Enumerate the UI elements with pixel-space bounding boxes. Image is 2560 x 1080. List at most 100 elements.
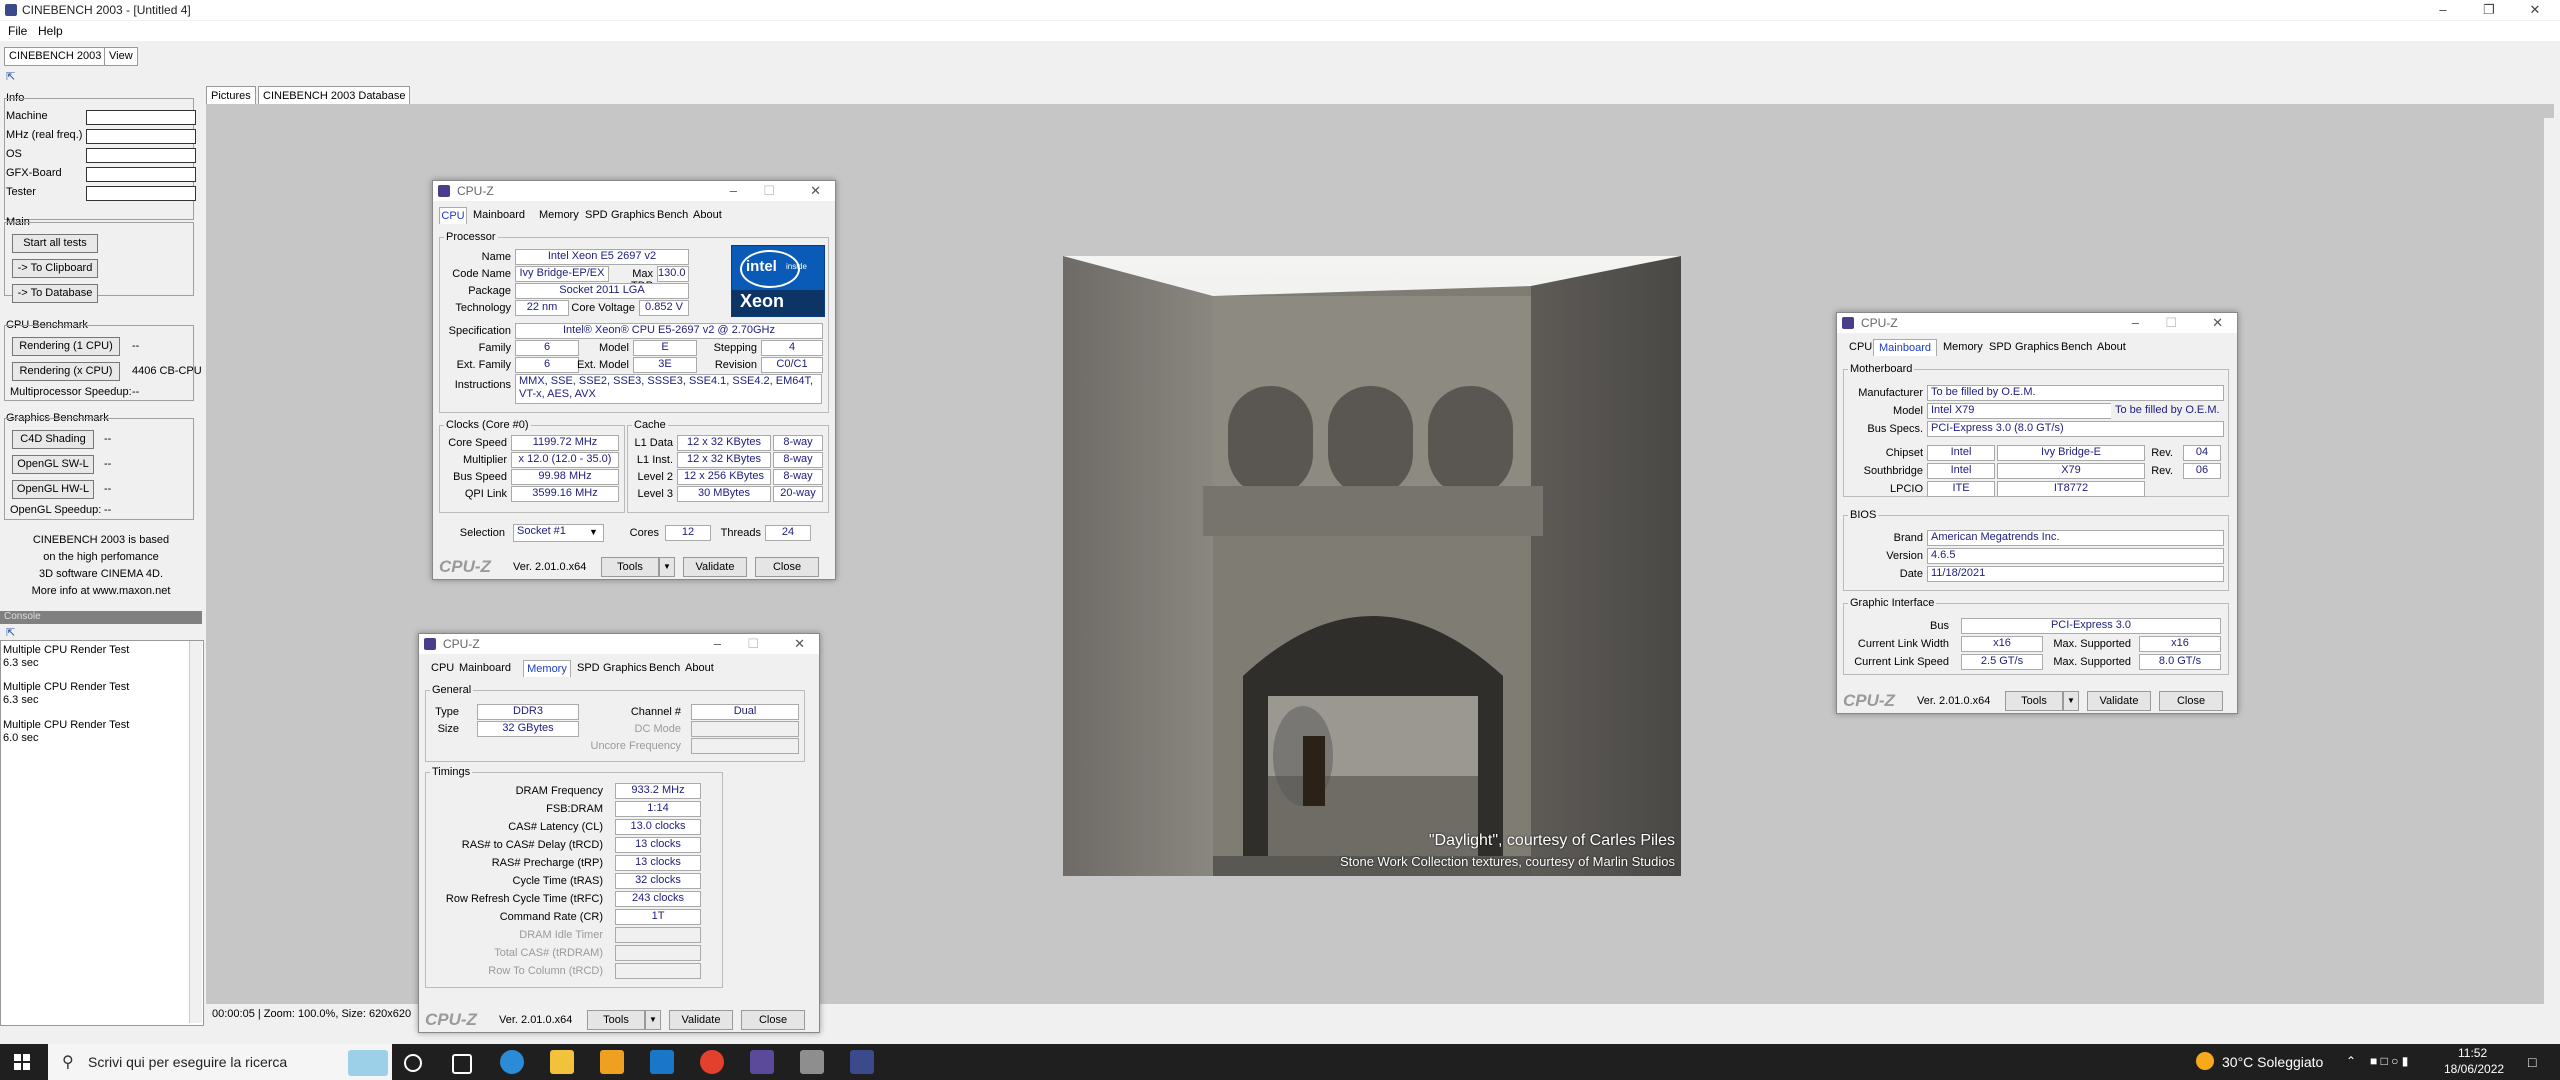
start-all-button[interactable]: Start all tests: [12, 234, 98, 253]
timing-label: Row Refresh Cycle Time (tRFC): [445, 893, 603, 905]
minimize-button[interactable]: –: [2132, 315, 2139, 330]
tab-about[interactable]: About: [685, 660, 714, 676]
tab-spd[interactable]: SPD: [1989, 339, 2012, 355]
canvas-scrollbar[interactable]: [2544, 118, 2558, 1004]
chevron-down-icon[interactable]: ▼: [589, 527, 598, 537]
minimize-button[interactable]: –: [714, 636, 721, 651]
l2-value: 12 x 256 KBytes: [677, 469, 771, 485]
validate-button[interactable]: Validate: [2087, 691, 2151, 711]
tab-database[interactable]: CINEBENCH 2003 Database: [258, 86, 411, 106]
taskbar-search[interactable]: ⚲ Scrivi qui per eseguire la ricerca: [48, 1044, 392, 1080]
rendering-xcpu-button[interactable]: Rendering (x CPU): [12, 362, 120, 381]
tab-pictures[interactable]: Pictures: [206, 86, 256, 106]
validate-button[interactable]: Validate: [683, 557, 747, 577]
tab-graphics[interactable]: Graphics: [2015, 339, 2059, 355]
timing-value-disabled: [615, 945, 701, 961]
opengl-hw-button[interactable]: OpenGL HW-L: [12, 480, 94, 499]
maximize-button[interactable]: ☐: [763, 183, 775, 199]
cortana-icon[interactable]: [404, 1054, 422, 1072]
machine-field[interactable]: [86, 110, 196, 125]
close-button[interactable]: ✕: [2212, 315, 2223, 331]
minimize-button[interactable]: –: [730, 183, 737, 198]
notifications-icon[interactable]: □: [2528, 1054, 2536, 1070]
tab-cpu[interactable]: CPU: [439, 207, 467, 224]
tab-graphics[interactable]: Graphics: [603, 660, 647, 676]
pin-icon[interactable]: ⇱: [6, 70, 15, 83]
chipset-rev-label: Rev.: [2151, 447, 2173, 459]
close-button[interactable]: ✕: [810, 183, 821, 199]
tab-spd[interactable]: SPD: [577, 660, 600, 676]
menu-file[interactable]: File: [8, 24, 27, 38]
tray-chevron-icon[interactable]: ⌃: [2346, 1054, 2356, 1068]
tab-cpu[interactable]: CPU: [1849, 339, 1872, 355]
clock-time[interactable]: 11:52: [2458, 1046, 2487, 1060]
tools-button[interactable]: Tools: [587, 1010, 645, 1030]
tools-button[interactable]: Tools: [2005, 691, 2063, 711]
clock-date[interactable]: 18/06/2022: [2444, 1062, 2504, 1076]
tab-graphics[interactable]: Graphics: [611, 207, 655, 223]
weather-text[interactable]: 30°C Soleggiato: [2222, 1054, 2323, 1070]
console-pin-icon[interactable]: ⇱: [6, 626, 15, 639]
mhz-field[interactable]: [86, 129, 196, 144]
tab-memory[interactable]: Memory: [523, 660, 571, 677]
menu-help[interactable]: Help: [38, 24, 63, 38]
close-button[interactable]: Close: [741, 1010, 805, 1030]
rendering-1cpu-button[interactable]: Rendering (1 CPU): [12, 337, 120, 356]
edge-icon[interactable]: [500, 1050, 524, 1074]
store-icon[interactable]: [600, 1050, 624, 1074]
tab-bench[interactable]: Bench: [649, 660, 680, 676]
tools-dropdown-icon[interactable]: ▼: [645, 1010, 661, 1030]
brand-value: American Megatrends Inc.: [1927, 530, 2224, 546]
close-button[interactable]: Close: [2159, 691, 2223, 711]
tab-spd[interactable]: SPD: [585, 207, 608, 223]
maximize-button[interactable]: ☐: [747, 636, 759, 652]
maximize-button[interactable]: ☐: [2165, 315, 2177, 331]
cinebench-taskbar-icon[interactable]: [850, 1050, 874, 1074]
tab-bench[interactable]: Bench: [2061, 339, 2092, 355]
tab-memory[interactable]: Memory: [1943, 339, 1983, 355]
gfx-field[interactable]: [86, 167, 196, 182]
tray-icons[interactable]: ■ □ ○ ▮: [2370, 1054, 2408, 1068]
tools-dropdown-icon[interactable]: ▼: [659, 557, 675, 577]
to-database-button[interactable]: -> To Database: [12, 284, 98, 303]
close-button[interactable]: Close: [755, 557, 819, 577]
console-scrollbar[interactable]: [189, 641, 202, 1023]
tab-view[interactable]: View: [104, 47, 138, 66]
chrome-icon[interactable]: [700, 1050, 724, 1074]
close-button[interactable]: ✕: [794, 636, 805, 652]
tab-about[interactable]: About: [2097, 339, 2126, 355]
tab-mainboard[interactable]: Mainboard: [1873, 339, 1937, 356]
maximize-button[interactable]: ❐: [2466, 0, 2512, 20]
cpuz-taskbar-icon[interactable]: [750, 1050, 774, 1074]
to-clipboard-button[interactable]: -> To Clipboard: [12, 259, 98, 278]
lpcio-name: IT8772: [1997, 481, 2145, 497]
tab-about[interactable]: About: [693, 207, 722, 223]
minimize-button[interactable]: –: [2420, 0, 2466, 20]
timing-label-disabled: DRAM Idle Timer: [519, 929, 603, 941]
tab-memory[interactable]: Memory: [539, 207, 579, 223]
tester-field[interactable]: [86, 186, 196, 201]
app-taskbar-icon[interactable]: [800, 1050, 824, 1074]
family-label: Family: [478, 342, 511, 354]
c4d-shading-button[interactable]: C4D Shading: [12, 430, 94, 449]
tab-mainboard[interactable]: Mainboard: [459, 660, 511, 676]
validate-button[interactable]: Validate: [669, 1010, 733, 1030]
close-button[interactable]: ✕: [2512, 0, 2558, 20]
windows-start-icon[interactable]: [14, 1054, 30, 1070]
opengl-sw-button[interactable]: OpenGL SW-L: [12, 455, 94, 474]
file-explorer-icon[interactable]: [550, 1050, 574, 1074]
app-icon: [5, 4, 17, 16]
voltage-label: Core Voltage: [571, 302, 635, 314]
weather-sun-icon[interactable]: [2196, 1052, 2214, 1070]
lpcio-vendor: ITE: [1927, 481, 1995, 497]
tab-cinebench[interactable]: CINEBENCH 2003: [4, 47, 107, 66]
tools-dropdown-icon[interactable]: ▼: [2063, 691, 2079, 711]
tab-bench[interactable]: Bench: [657, 207, 688, 223]
os-field[interactable]: [86, 148, 196, 163]
mail-icon[interactable]: [650, 1050, 674, 1074]
tools-button[interactable]: Tools: [601, 557, 659, 577]
task-view-icon[interactable]: [452, 1054, 472, 1074]
tab-mainboard[interactable]: Mainboard: [473, 207, 525, 223]
rendering-xcpu-result: 4406 CB-CPU: [132, 365, 202, 377]
tab-cpu[interactable]: CPU: [431, 660, 454, 676]
